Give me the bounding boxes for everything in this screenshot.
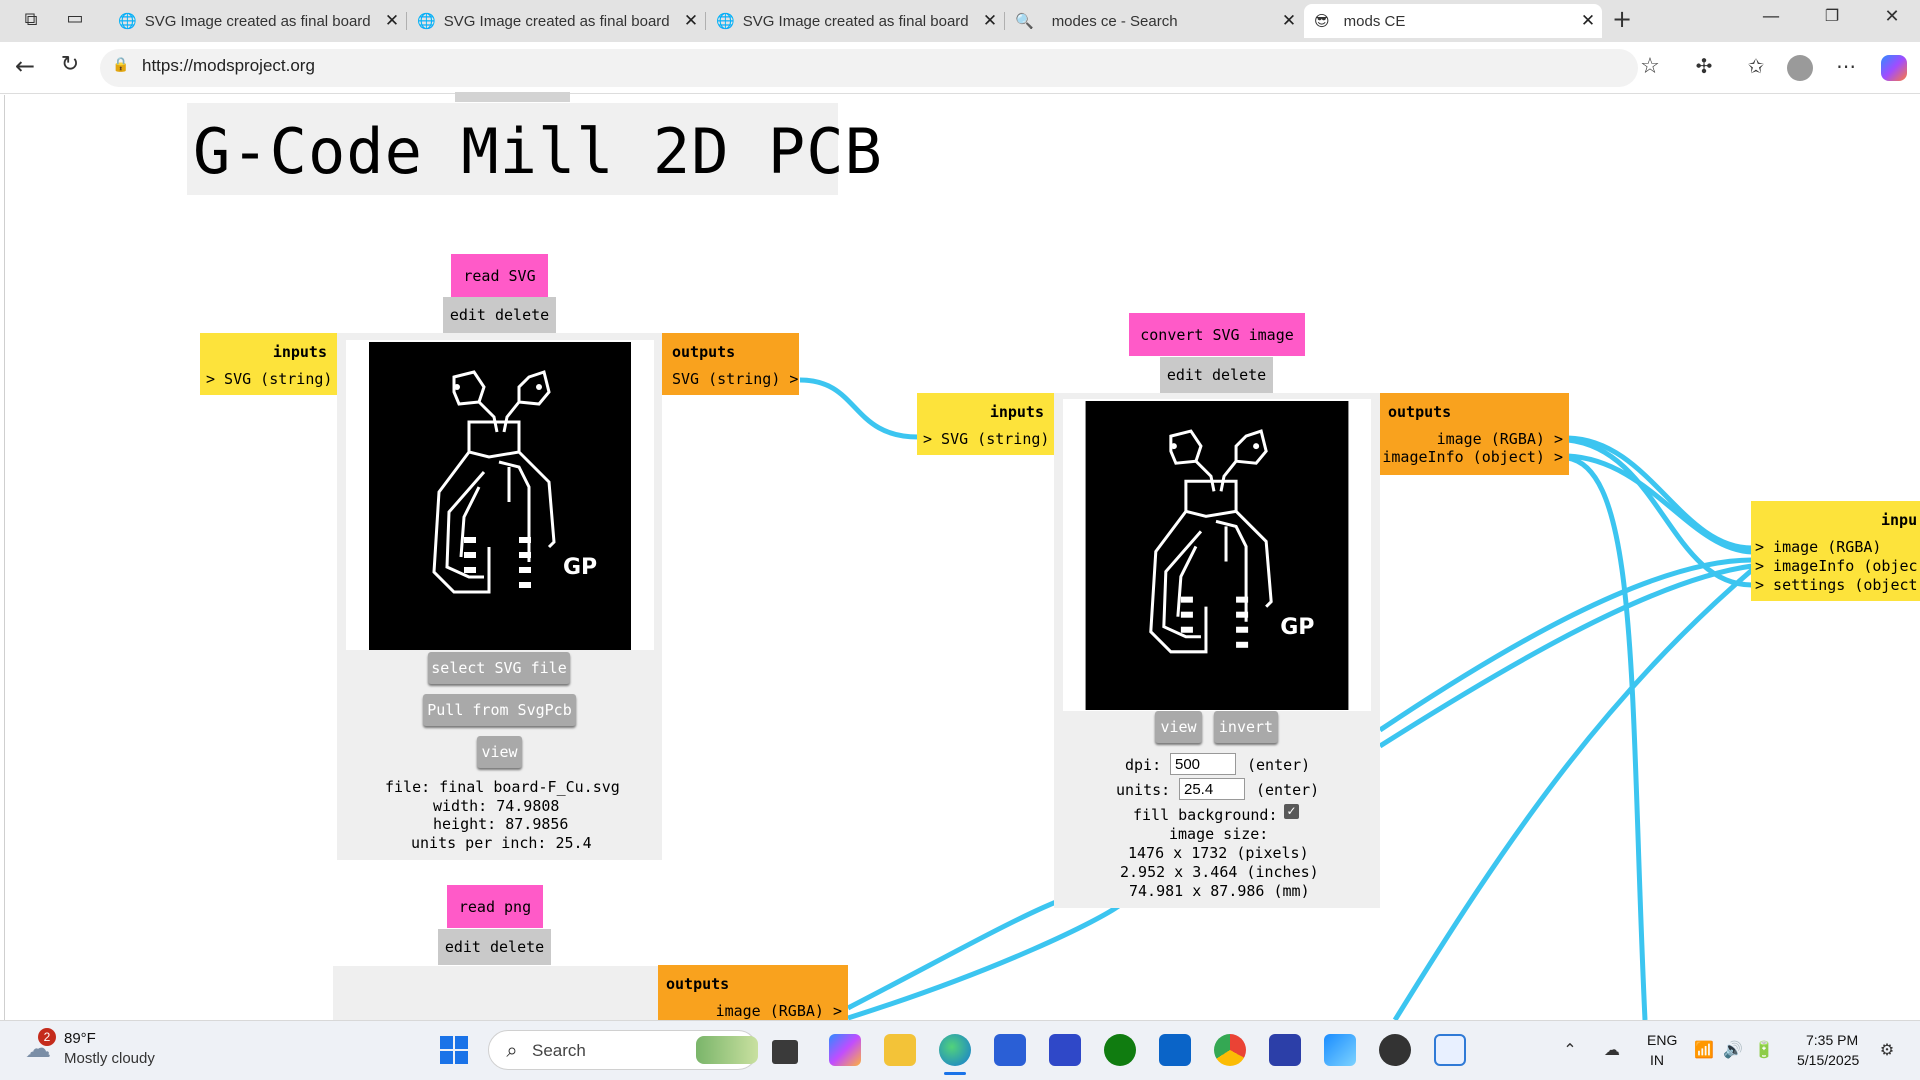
copilot-app-icon[interactable] xyxy=(829,1034,861,1066)
search-highlight-image xyxy=(696,1036,758,1064)
edge-browser-icon[interactable] xyxy=(939,1034,971,1066)
input-port-settings[interactable]: > settings (object xyxy=(1755,576,1918,594)
clock-date[interactable]: 5/15/2025 xyxy=(1797,1052,1859,1068)
outputs-header: outputs xyxy=(1388,403,1452,421)
pcb-preview-image: GP xyxy=(369,342,631,650)
width-text: width: 74.9808 xyxy=(433,797,560,815)
wire-info-to-image xyxy=(1567,453,1753,555)
weather-badge: 2 xyxy=(38,1028,56,1046)
volume-icon[interactable]: 🔊 xyxy=(1722,1040,1744,1060)
wire-image-to-inputs xyxy=(1567,435,1753,551)
outputs-panel: outputs image (RGBA) > xyxy=(658,965,848,1020)
height-text: height: 87.9856 xyxy=(433,815,569,833)
pcb-converted-image: GP xyxy=(1085,401,1349,710)
input-port-svg[interactable]: > SVG (string) xyxy=(206,370,332,388)
microsoft-store-icon[interactable] xyxy=(994,1034,1026,1066)
wire-info-down xyxy=(1567,455,1648,1020)
start-windows-icon[interactable] xyxy=(440,1036,468,1064)
taskbar-search-text[interactable]: Search xyxy=(532,1041,586,1061)
dpi-label: dpi: xyxy=(1125,756,1162,774)
inkscape-icon[interactable] xyxy=(1379,1034,1411,1066)
units-label: units: xyxy=(1116,781,1171,799)
image-size-label: image size: xyxy=(1169,825,1269,843)
language-indicator-2[interactable]: IN xyxy=(1650,1052,1664,1068)
module-name-convert-svg[interactable]: convert SVG image xyxy=(1129,313,1305,356)
kicad-icon[interactable] xyxy=(1269,1034,1301,1066)
view-button[interactable]: view xyxy=(477,736,522,768)
image-size-inches: 2.952 x 3.464 (inches) xyxy=(1120,863,1319,881)
weather-desc[interactable]: Mostly cloudy xyxy=(64,1050,155,1067)
onedrive-status-icon[interactable]: ☁ xyxy=(1600,1040,1624,1060)
units-per-inch-text: units per inch: 25.4 xyxy=(411,834,592,852)
output-port-image[interactable]: image (RGBA) > xyxy=(1437,430,1563,448)
wifi-icon[interactable]: 📶 xyxy=(1693,1040,1715,1060)
task-view-icon[interactable] xyxy=(772,1040,798,1064)
output-port-imageinfo[interactable]: imageInfo (object) > xyxy=(1382,448,1563,466)
invert-button[interactable]: invert xyxy=(1214,711,1278,743)
units-input[interactable] xyxy=(1179,778,1245,800)
notifications-icon[interactable]: ⚙ xyxy=(1876,1040,1898,1060)
view-button[interactable]: view xyxy=(1155,711,1202,743)
inputs-header: inputs xyxy=(272,343,327,361)
inputs-header: inputs xyxy=(989,403,1044,421)
output-port-svg[interactable]: SVG (string) > xyxy=(672,370,798,388)
edit-delete-controls[interactable]: edit delete xyxy=(438,929,551,965)
units-enter-hint: (enter) xyxy=(1256,781,1320,799)
output-port-image[interactable]: image (RGBA) > xyxy=(716,1002,842,1020)
outputs-panel: outputs SVG (string) > xyxy=(662,333,799,395)
image-size-mm: 74.981 x 87.986 (mm) xyxy=(1129,882,1310,900)
fill-background-label: fill background: xyxy=(1133,806,1278,824)
inputs-panel-right: inpu > image (RGBA) > imageInfo (objec >… xyxy=(1751,501,1920,601)
input-port-svg[interactable]: > SVG (string) xyxy=(923,430,1049,448)
xbox-icon[interactable] xyxy=(1104,1034,1136,1066)
outputs-header: outputs xyxy=(666,975,730,993)
wire-png-to-right xyxy=(846,888,1108,1011)
edge-active-indicator xyxy=(944,1072,966,1075)
module-name-read-png[interactable]: read png xyxy=(447,885,543,928)
show-hidden-icons-chevron[interactable]: ⌃ xyxy=(1560,1040,1580,1060)
inputs-panel: inputs > SVG (string) xyxy=(200,333,337,395)
file-explorer-icon[interactable] xyxy=(884,1034,916,1066)
outputs-panel: outputs image (RGBA) > imageInfo (object… xyxy=(1380,393,1569,475)
chrome-icon[interactable] xyxy=(1214,1034,1246,1066)
input-port-image[interactable]: > image (RGBA) xyxy=(1755,538,1881,556)
paint-app-icon[interactable] xyxy=(1324,1034,1356,1066)
page-title: G-Code Mill 2D PCB xyxy=(193,115,883,188)
outlook-icon[interactable] xyxy=(1159,1034,1191,1066)
search-icon: ⌕ xyxy=(506,1038,518,1062)
image-size-pixels: 1476 x 1732 (pixels) xyxy=(1128,844,1309,862)
inputs-header: inpu xyxy=(1881,511,1918,529)
battery-icon[interactable]: 🔋 xyxy=(1752,1040,1776,1060)
wire-convert-to-settings-2 xyxy=(1378,563,1753,749)
app-icon-blue[interactable] xyxy=(1049,1034,1081,1066)
input-port-imageinfo[interactable]: > imageInfo (objec xyxy=(1755,557,1918,575)
edit-delete-controls[interactable]: edit delete xyxy=(443,297,556,333)
title-drag-strip[interactable] xyxy=(455,92,570,102)
pcb-label-text: GP xyxy=(1280,615,1314,640)
dpi-enter-hint: (enter) xyxy=(1247,756,1311,774)
outputs-header: outputs xyxy=(672,343,736,361)
read-png-panel xyxy=(333,966,658,1020)
notepad-app-icon[interactable] xyxy=(1434,1034,1466,1066)
pull-from-svgpcb-button[interactable]: Pull from SvgPcb xyxy=(423,694,576,726)
module-name-read-svg[interactable]: read SVG xyxy=(451,254,548,297)
file-name-text: file: final board-F_Cu.svg xyxy=(385,778,620,796)
wire-png-to-right-2 xyxy=(847,902,1122,1020)
fill-background-checkbox[interactable]: ✓ xyxy=(1284,804,1299,819)
language-indicator-1[interactable]: ENG xyxy=(1647,1032,1677,1048)
clock-time[interactable]: 7:35 PM xyxy=(1806,1032,1858,1048)
edit-delete-controls[interactable]: edit delete xyxy=(1160,357,1273,393)
wire-convert-to-settings-1 xyxy=(1378,557,1753,733)
pcb-label-text: GP xyxy=(563,555,597,580)
select-svg-file-button[interactable]: select SVG file xyxy=(428,652,570,684)
weather-temp[interactable]: 89°F xyxy=(64,1030,96,1047)
dpi-input[interactable] xyxy=(1170,753,1236,775)
wire-readsvg-to-convert xyxy=(799,377,921,440)
wire-diag-down xyxy=(1392,568,1754,1020)
inputs-panel: inputs > SVG (string) xyxy=(917,393,1054,455)
